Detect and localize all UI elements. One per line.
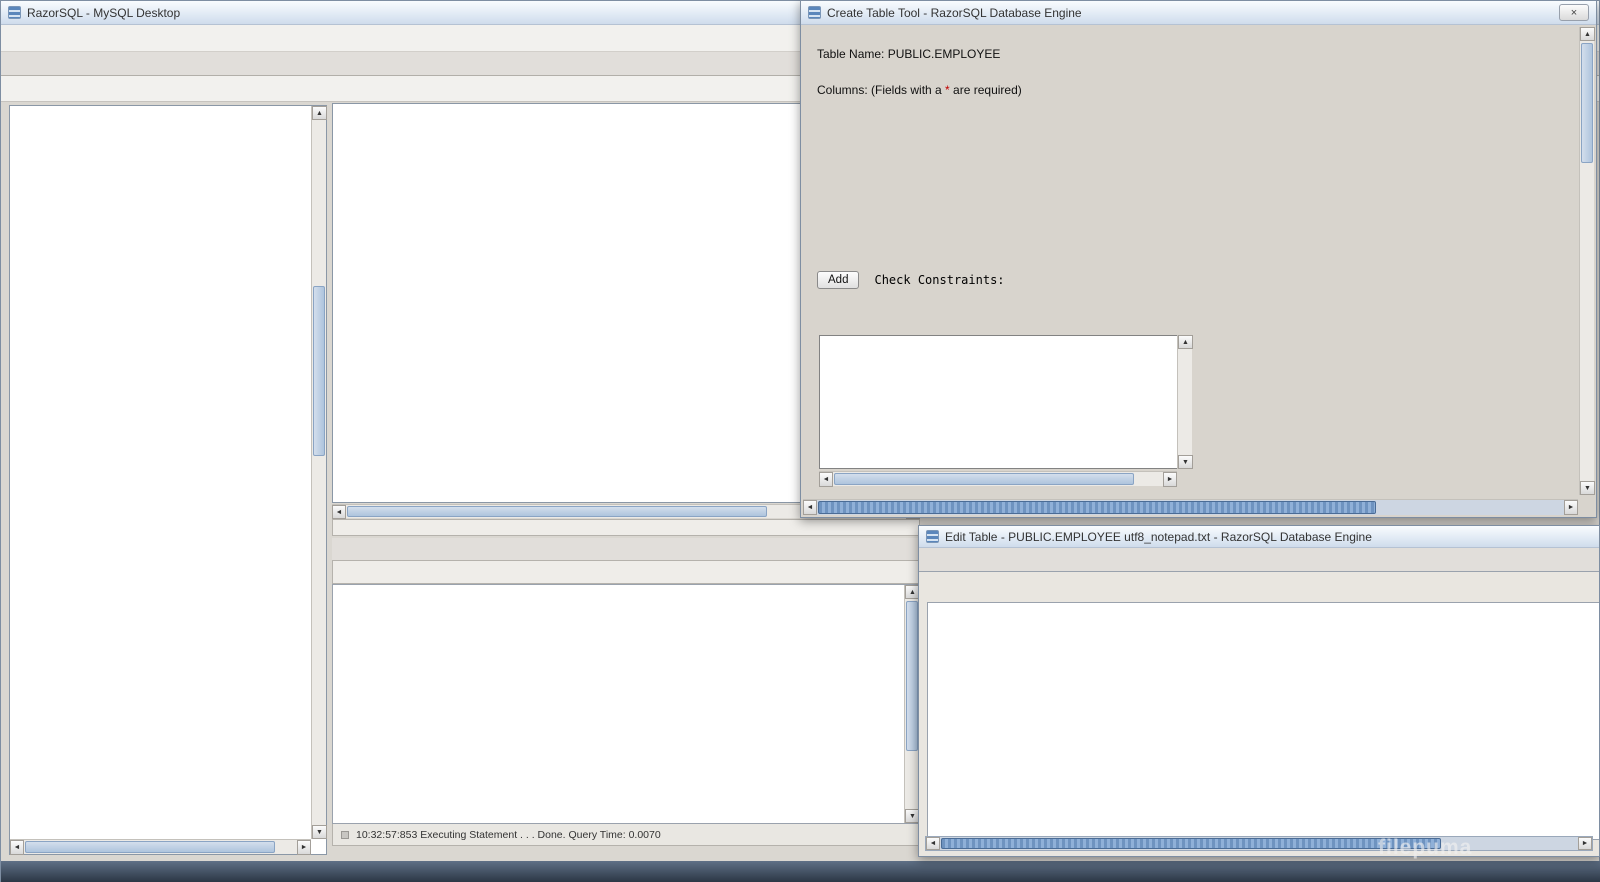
create-table-titlebar[interactable]: Create Table Tool - RazorSQL Database En… <box>801 1 1596 25</box>
results-vertical-scrollbar[interactable]: ▲ ▼ <box>904 585 919 823</box>
scroll-left-icon[interactable]: ◄ <box>10 840 24 855</box>
razorsql-app-icon <box>926 530 939 543</box>
columns-note: Columns: (Fields with a * are required) <box>817 83 1022 97</box>
database-tree <box>12 108 310 838</box>
scroll-up-icon[interactable]: ▲ <box>312 106 327 120</box>
scroll-right-icon[interactable]: ► <box>1564 500 1578 515</box>
tree-horizontal-scrollbar[interactable]: ◄ ► <box>10 839 311 855</box>
sql-preview-hscroll-thumb[interactable] <box>834 473 1134 485</box>
scroll-right-icon[interactable]: ► <box>1163 472 1177 487</box>
edit-table-window: Edit Table - PUBLIC.EMPLOYEE utf8_notepa… <box>918 525 1600 857</box>
scroll-left-icon[interactable]: ◄ <box>332 505 346 519</box>
razorsql-app-icon <box>8 6 21 19</box>
scroll-up-icon[interactable]: ▲ <box>1580 27 1595 41</box>
create-table-window: Create Table Tool - RazorSQL Database En… <box>800 0 1597 518</box>
window-hscroll-thumb[interactable] <box>818 501 1376 514</box>
tree-scroll-thumb[interactable] <box>313 286 325 456</box>
scroll-down-icon[interactable]: ▼ <box>1580 481 1595 495</box>
results-status-bar: 10:32:57:853 Executing Statement . . . D… <box>332 824 920 846</box>
window-horizontal-scrollbar[interactable]: ◄ ► <box>803 499 1578 515</box>
results-scroll-thumb[interactable] <box>906 601 918 751</box>
add-button[interactable]: Add <box>817 271 860 289</box>
table-name-label: Table Name: PUBLIC.EMPLOYEE <box>817 47 1001 61</box>
window-frame-bottom <box>1 861 1600 882</box>
tree-hscroll-thumb[interactable] <box>25 841 275 853</box>
scroll-up-icon[interactable]: ▲ <box>1178 335 1193 349</box>
sql-preview-vscrollbar[interactable]: ▲ ▼ <box>1177 335 1193 469</box>
edit-table-title: Edit Table - PUBLIC.EMPLOYEE utf8_notepa… <box>945 529 1372 544</box>
scroll-left-icon[interactable]: ◄ <box>803 500 817 515</box>
results-toolbar <box>332 560 920 584</box>
create-table-title: Create Table Tool - RazorSQL Database En… <box>827 5 1082 20</box>
add-row: Add Check Constraints: <box>817 271 1005 289</box>
edit-table-hscroll-thumb[interactable] <box>941 838 1441 849</box>
watermark: filepuma <box>1378 836 1473 859</box>
window-scroll-thumb[interactable] <box>1581 43 1593 163</box>
edit-table-grid <box>927 602 1599 840</box>
scroll-left-icon[interactable]: ◄ <box>926 837 940 850</box>
edit-table-hscrollbar[interactable]: ◄ ► <box>925 836 1593 851</box>
razorsql-app-icon <box>808 6 821 19</box>
main-window-title: RazorSQL - MySQL Desktop <box>27 5 181 20</box>
status-indicator-icon <box>341 830 349 839</box>
database-browser-panel: ▲ ▼ ◄ ► <box>9 105 327 855</box>
edit-table-titlebar[interactable]: Edit Table - PUBLIC.EMPLOYEE utf8_notepa… <box>919 526 1599 548</box>
editor-hscroll-thumb[interactable] <box>347 506 767 517</box>
window-vertical-scrollbar[interactable]: ▲ ▼ <box>1579 27 1595 495</box>
results-status-text: 10:32:57:853 Executing Statement . . . D… <box>356 828 661 841</box>
screen: RazorSQL - MySQL Desktop ▲ ▼ ◄ ► ◄ ► <box>0 0 1600 882</box>
close-icon[interactable]: × <box>1559 4 1589 21</box>
query-results-panel: ▲ ▼ 10:32:57:853 Executing Statement . .… <box>332 538 920 848</box>
editor-status-bar <box>332 519 920 536</box>
results-tab-bar <box>332 538 920 560</box>
edit-table-tab-bar <box>919 548 1599 572</box>
results-grid: ▲ ▼ <box>332 584 920 824</box>
scroll-down-icon[interactable]: ▼ <box>1178 455 1193 469</box>
scroll-down-icon[interactable]: ▼ <box>312 825 327 839</box>
scroll-right-icon[interactable]: ► <box>297 840 311 855</box>
generated-sql-preview[interactable] <box>819 335 1191 469</box>
scroll-right-icon[interactable]: ► <box>1578 837 1592 850</box>
scroll-left-icon[interactable]: ◄ <box>819 472 833 487</box>
tree-vertical-scrollbar[interactable]: ▲ ▼ <box>311 106 327 839</box>
sql-preview-hscrollbar[interactable]: ◄ ► <box>819 471 1177 487</box>
edit-table-toolbar <box>919 572 1599 598</box>
check-constraints-label: Check Constraints: <box>874 273 1005 287</box>
